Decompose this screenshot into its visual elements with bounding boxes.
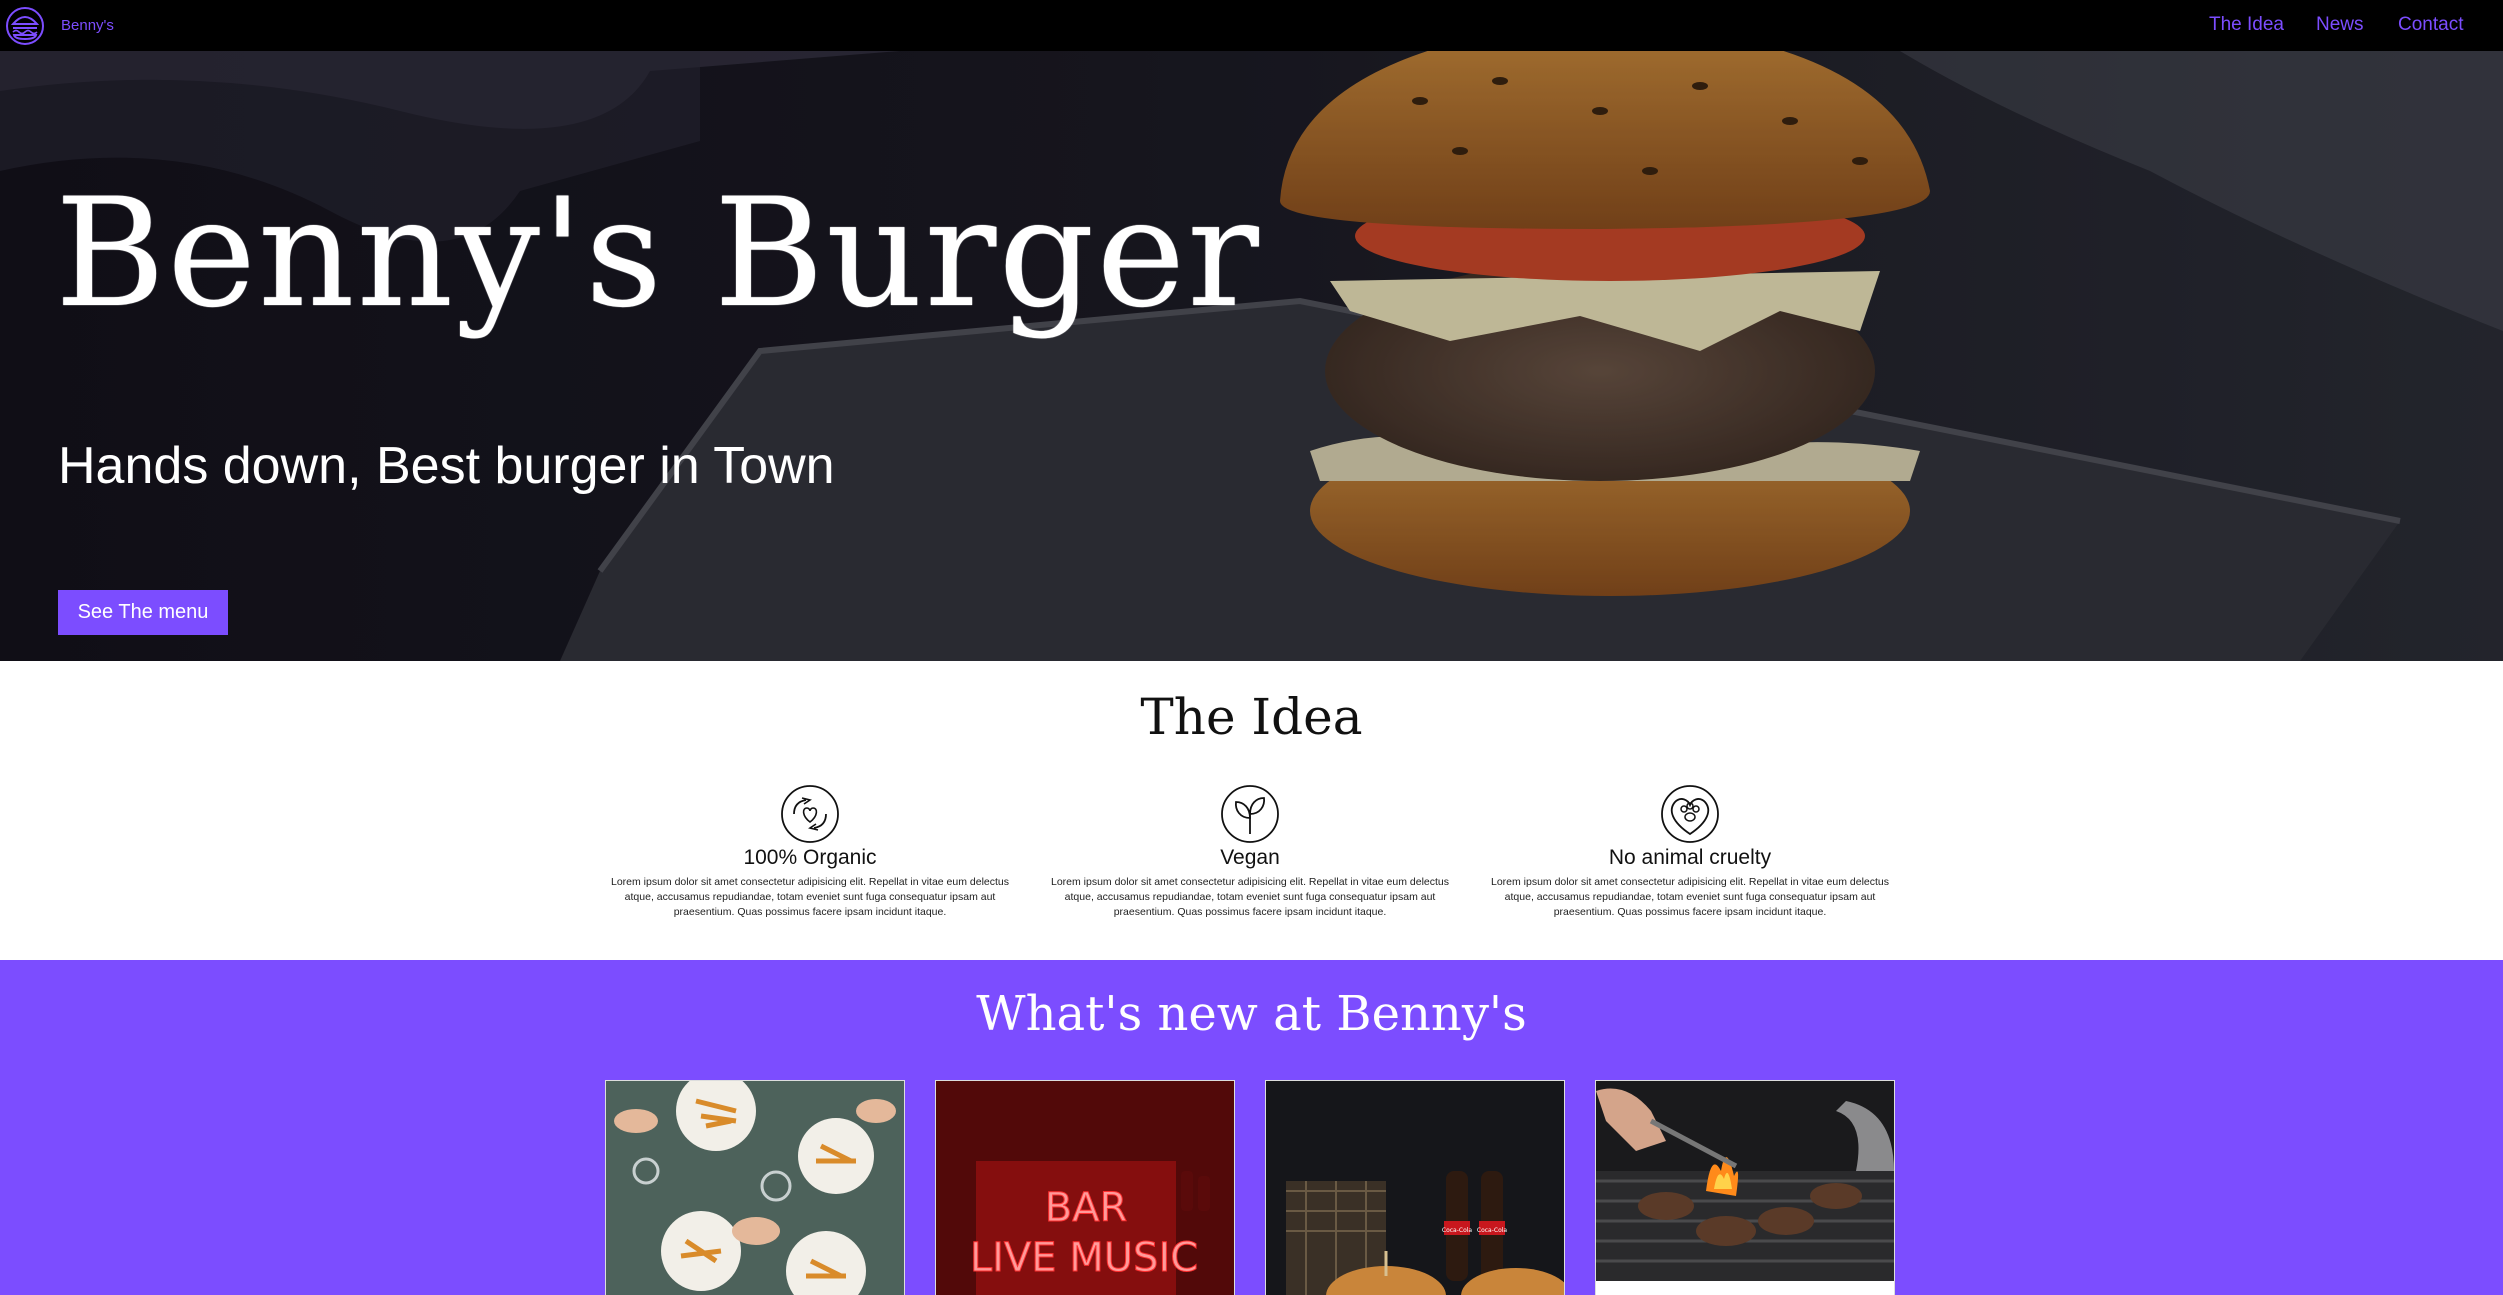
feature-title: Vegan [1220,846,1280,869]
bottle-label-text: Coca-Cola [1442,1227,1473,1234]
see-menu-button[interactable]: See The menu [58,590,228,635]
news-card-dining[interactable] [605,1080,905,1295]
feature-title: No animal cruelty [1608,846,1772,869]
feature-no-animal-cruelty: No animal cruelty Lorem ipsum dolor sit … [1485,784,1895,920]
grill-patties-photo [1596,1081,1894,1281]
bar-live-music-neon-photo: BAR LIVE MUSIC [936,1081,1234,1295]
nav-link-news[interactable]: News [2316,14,2364,36]
whats-new-section: What's new at Benny's BAR LIVE MUSIC Coc… [0,960,2503,1295]
neon-bar-text: BAR [1045,1185,1128,1231]
hero-burger-background-image [0,51,2503,661]
news-section-title: What's new at Benny's [976,986,1527,1042]
organic-hands-heart-icon [781,785,839,843]
burgers-and-cola-photo: Coca-Cola Coca-Cola [1266,1081,1564,1295]
news-card-grill[interactable]: ... [1595,1080,1895,1295]
feature-title: 100% Organic [743,846,877,869]
feature-description: Lorem ipsum dolor sit amet consectetur a… [1490,876,1890,918]
burger-logo-icon[interactable] [5,6,45,46]
neon-live-music-text: LIVE MUSIC [970,1235,1198,1281]
brand-name[interactable]: Benny's [61,17,114,34]
hero-title: Benny's Burger [55,167,1261,341]
top-navbar: Benny's The Idea News Contact [0,0,2503,51]
feature-vegan: Vegan Lorem ipsum dolor sit amet consect… [1045,784,1455,920]
nav-link-contact[interactable]: Contact [2398,14,2463,36]
news-card-live-music[interactable]: BAR LIVE MUSIC [935,1080,1235,1295]
grill-card-caption: ... [1604,1289,1614,1295]
feature-description: Lorem ipsum dolor sit amet consectetur a… [610,876,1010,918]
idea-section-title: The Idea [1140,688,1363,746]
bottle-label-text: Coca-Cola [1477,1227,1508,1234]
vegan-sprout-icon [1221,785,1279,843]
the-idea-section: The Idea 100% Organic Lorem ipsum dolor … [0,661,2503,960]
friends-dining-fries-photo [606,1081,904,1295]
news-card-burgers-cola[interactable]: Coca-Cola Coca-Cola [1265,1080,1565,1295]
hero-subtitle: Hands down, Best burger in Town [58,437,835,495]
paw-heart-icon [1661,785,1719,843]
hero-section: Benny's Burger Hands down, Best burger i… [0,51,2503,661]
feature-organic: 100% Organic Lorem ipsum dolor sit amet … [605,784,1015,920]
feature-description: Lorem ipsum dolor sit amet consectetur a… [1050,876,1450,918]
nav-link-the-idea[interactable]: The Idea [2209,14,2284,36]
